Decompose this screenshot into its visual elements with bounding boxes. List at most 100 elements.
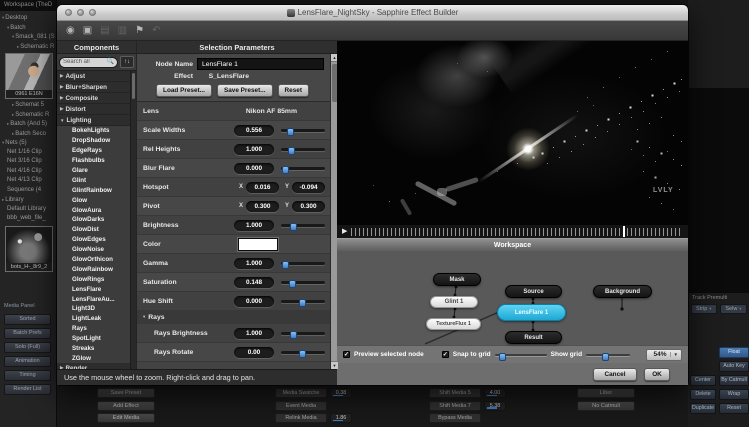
slider-thumb[interactable] <box>288 147 295 155</box>
media-panel-button-timing[interactable]: Timing <box>4 370 51 381</box>
param-value-field[interactable]: 1.000 <box>234 144 274 155</box>
bottom-button-event-media[interactable]: Event Media <box>275 401 327 411</box>
bottom-value[interactable]: 0.38 <box>330 388 352 398</box>
component-item-flashbulbs[interactable]: Flashbulbs <box>57 156 130 166</box>
save-icon[interactable]: ▤ <box>100 26 109 36</box>
right-button-by-catmull[interactable]: By Catmull <box>719 375 749 386</box>
project-tree-item-default-library[interactable]: Default Library <box>2 205 56 215</box>
reset-button[interactable]: Reset <box>278 84 309 97</box>
component-item-streaks[interactable]: Streaks <box>57 344 130 354</box>
component-item-gloworthicon[interactable]: GlowOrthicon <box>57 255 130 265</box>
search-input[interactable] <box>63 59 105 65</box>
window-titlebar[interactable]: LensFlare_NightSky - Sapphire Effect Bui… <box>57 5 688 21</box>
media-panel-button-sorted[interactable]: Sorted <box>4 314 51 325</box>
dropdown-strip[interactable]: Strip ▼ <box>691 304 717 314</box>
preview-viewport[interactable]: LVLY <box>337 41 688 225</box>
slider-thumb[interactable] <box>289 280 296 288</box>
slider-thumb[interactable] <box>299 299 306 307</box>
project-tree-item-batch[interactable]: ▾Batch <box>2 23 56 33</box>
component-item-lensflareau[interactable]: LensFlareAu... <box>57 294 130 304</box>
window-zoom-button[interactable] <box>89 9 96 16</box>
component-item-bokehlights[interactable]: BokehLights <box>57 126 130 136</box>
sort-button[interactable]: ↑↓ <box>120 56 134 68</box>
project-tree-item-schemat-5[interactable]: ▸Schemat 5 <box>2 100 56 110</box>
bottom-button-no-catmull[interactable]: No Catmull <box>577 401 635 411</box>
component-item-edgerays[interactable]: EdgeRays <box>57 146 130 156</box>
components-scrollbar[interactable] <box>130 71 136 369</box>
component-group-blur-sharpen[interactable]: ▶Blur+Sharpen <box>57 82 130 93</box>
bottom-button-shift-media-7[interactable]: Shift Media 7 <box>429 401 481 411</box>
bottom-button-relink-media[interactable]: Relink Media <box>275 413 327 423</box>
play-icon[interactable]: ▶ <box>342 228 347 235</box>
node-result[interactable]: Result <box>505 331 562 344</box>
slider-thumb[interactable] <box>290 331 297 339</box>
bottom-button-shift-media-5[interactable]: Shift Media 5 <box>429 388 481 398</box>
project-tree-item-schematic-r[interactable]: ▸Schematic R <box>2 110 56 120</box>
slider-thumb[interactable] <box>299 350 306 358</box>
playhead[interactable] <box>623 226 625 237</box>
bottom-button-liber[interactable]: Liber <box>577 388 635 398</box>
project-tree-item-desktop[interactable]: ▾Desktop <box>2 13 56 23</box>
media-panel-button-batch-prefs[interactable]: Batch Prefs <box>4 328 51 339</box>
project-tree-item-nets-5[interactable]: ▾Nets (5) <box>2 138 56 148</box>
param-slider[interactable] <box>281 145 325 154</box>
node-mask[interactable]: Mask <box>433 273 481 286</box>
bottom-button-edit-media[interactable]: Edit Media <box>97 413 155 423</box>
param-value-field[interactable]: 1.000 <box>234 220 274 231</box>
component-item-glownoise[interactable]: GlowNoise <box>57 245 130 255</box>
component-item-lensflare[interactable]: LensFlare <box>57 284 130 294</box>
param-x-value[interactable]: 0.300 <box>246 201 279 212</box>
right-button-center[interactable]: Center <box>690 375 716 386</box>
project-tree-item-net-3-16-clip[interactable]: Net 3/16 Clip <box>2 157 56 167</box>
param-slider[interactable] <box>281 278 325 287</box>
param-y-value[interactable]: 0.300 <box>292 201 325 212</box>
ok-button[interactable]: OK <box>644 368 670 381</box>
param-value-field[interactable]: 0.00 <box>234 347 274 358</box>
save-preset-button[interactable]: Save Preset... <box>217 84 273 97</box>
bottom-button-bypass-media[interactable]: Bypass Media <box>429 413 481 423</box>
slider-thumb[interactable] <box>282 261 289 269</box>
project-tree-item-net-1-16-clip[interactable]: Net 1/16 Clip <box>2 148 56 158</box>
component-group-render[interactable]: ▶Render <box>57 363 130 369</box>
component-group-adjust[interactable]: ▶Adjust <box>57 71 130 82</box>
bottom-button-add-effect[interactable]: Add Effect <box>97 401 155 411</box>
project-tree-item-batch-seco[interactable]: ▸Batch Seco <box>2 129 56 139</box>
project-tree-item-net-4-16-clip[interactable]: Net 4/16 Clip <box>2 167 56 177</box>
component-item-glowdarks[interactable]: GlowDarks <box>57 215 130 225</box>
component-item-glowedges[interactable]: GlowEdges <box>57 235 130 245</box>
param-slider[interactable] <box>281 259 325 268</box>
right-button-duplicate[interactable]: Duplicate <box>690 403 716 414</box>
component-item-glowrainbow[interactable]: GlowRainbow <box>57 264 130 274</box>
project-tree-item-smack-081-s[interactable]: ▾Smack_081 (S <box>2 32 56 42</box>
component-item-glow[interactable]: Glow <box>57 195 130 205</box>
param-value-field[interactable]: 0.148 <box>234 277 274 288</box>
component-item-glint[interactable]: Glint <box>57 175 130 185</box>
bottom-button-save-preset[interactable]: Save Preset <box>97 388 155 398</box>
project-thumbnail-photo[interactable]: 0961 E16N <box>5 53 53 99</box>
project-tree-item-net-4-13-clip[interactable]: Net 4/13 Clip <box>2 176 56 186</box>
bottom-value[interactable]: 4.00 <box>484 388 506 398</box>
right-button-auto-key[interactable]: Auto Key <box>719 361 749 372</box>
open-icon[interactable]: ▣ <box>83 26 92 36</box>
right-button-reset[interactable]: Reset <box>719 403 749 414</box>
param-value-field[interactable]: 1.000 <box>234 328 274 339</box>
bottom-button-media-swatche[interactable]: Media Swatche <box>275 388 327 398</box>
save-all-icon[interactable]: ▥ <box>118 26 127 36</box>
record-icon[interactable]: ◉ <box>66 26 75 36</box>
param-value-field[interactable]: 1.000 <box>234 258 274 269</box>
timeline-ticks[interactable] <box>351 228 683 236</box>
node-source[interactable]: Source <box>505 285 562 298</box>
param-slider[interactable] <box>281 348 325 357</box>
project-tree-item-bbb-web-file[interactable]: bbb_web_file_ <box>2 214 56 224</box>
grid-opacity-slider[interactable] <box>586 350 630 359</box>
flag-icon[interactable]: ⚑ <box>135 26 144 36</box>
undo-icon[interactable]: ↶ <box>152 26 160 36</box>
component-item-glintrainbow[interactable]: GlintRainbow <box>57 185 130 195</box>
scroll-down-icon[interactable]: ▼ <box>331 361 338 369</box>
component-item-spotlight[interactable]: SpotLight <box>57 334 130 344</box>
right-button-float[interactable]: Float <box>719 347 749 358</box>
component-item-zglow[interactable]: ZGlow <box>57 353 130 363</box>
color-swatch[interactable] <box>238 238 278 251</box>
node-glint[interactable]: Glint 1 <box>430 296 478 308</box>
cancel-button[interactable]: Cancel <box>593 368 637 381</box>
